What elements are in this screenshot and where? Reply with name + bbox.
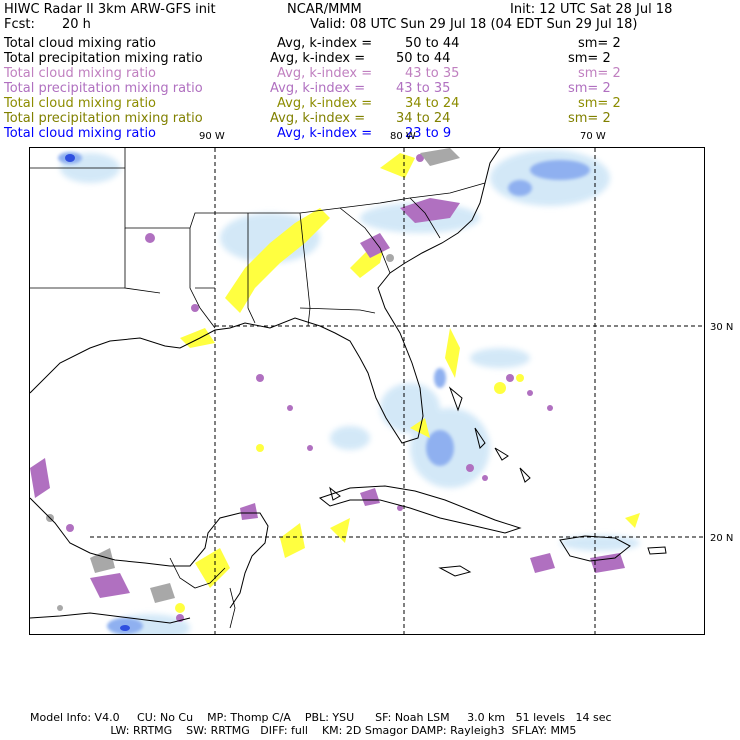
legend-avg: Avg, k-index =	[277, 36, 373, 51]
legend-smoothing: sm= 2	[578, 66, 621, 81]
legend-range: 43 to 35	[405, 66, 460, 81]
legend-field: Total precipitation mixing ratio	[4, 111, 203, 126]
legend-range: 43 to 35	[396, 81, 451, 96]
legend-smoothing: sm= 2	[578, 36, 621, 51]
lat-label-20n: 20 N	[710, 533, 734, 544]
legend-field: Total cloud mixing ratio	[4, 126, 157, 141]
lon-label-90w: 90 W	[199, 131, 225, 142]
legend-field: Total precipitation mixing ratio	[4, 81, 203, 96]
legend-field: Total cloud mixing ratio	[4, 36, 157, 51]
legend-avg: Avg, k-index =	[270, 51, 366, 66]
lat-label-30n: 30 N	[710, 322, 734, 333]
high-level-fields-purple	[30, 154, 625, 622]
lon-label-70w: 70 W	[580, 131, 606, 142]
model-info-line-2: LW: RRTMG SW: RRTMG DIFF: full KM: 2D Sm…	[30, 724, 577, 737]
legend-range: 50 to 44	[405, 36, 460, 51]
organization-label: NCAR/MMM	[287, 2, 362, 17]
legend-smoothing: sm= 2	[568, 81, 611, 96]
legend-field: Total precipitation mixing ratio	[4, 51, 203, 66]
legend-field: Total cloud mixing ratio	[4, 66, 157, 81]
forecast-label: Fcst:	[4, 17, 35, 32]
lon-label-80w: 80 W	[390, 131, 416, 142]
legend-range: 50 to 44	[396, 51, 451, 66]
legend-range: 34 to 24	[396, 111, 451, 126]
legend-avg: Avg, k-index =	[270, 111, 366, 126]
map-panel	[29, 147, 705, 635]
model-info-line-1: Model Info: V4.0 CU: No Cu MP: Thomp C/A…	[30, 711, 612, 724]
legend-range: 34 to 24	[405, 96, 460, 111]
legend-avg: Avg, k-index =	[277, 96, 373, 111]
map-canvas	[30, 148, 704, 634]
legend-smoothing: sm= 2	[568, 111, 611, 126]
legend-smoothing: sm= 2	[568, 51, 611, 66]
legend-avg: Avg, k-index =	[277, 66, 373, 81]
legend-smoothing: sm= 2	[578, 96, 621, 111]
legend-avg: Avg, k-index =	[277, 126, 373, 141]
cloud-cores-blue	[58, 152, 590, 634]
init-time: Init: 12 UTC Sat 28 Jul 18	[510, 2, 673, 17]
model-title: HIWC Radar II 3km ARW-GFS init	[4, 2, 216, 17]
legend-avg: Avg, k-index =	[270, 81, 366, 96]
legend-field: Total cloud mixing ratio	[4, 96, 157, 111]
valid-time: Valid: 08 UTC Sun 29 Jul 18 (04 EDT Sun …	[310, 17, 638, 32]
forecast-hour: 20 h	[62, 17, 91, 32]
